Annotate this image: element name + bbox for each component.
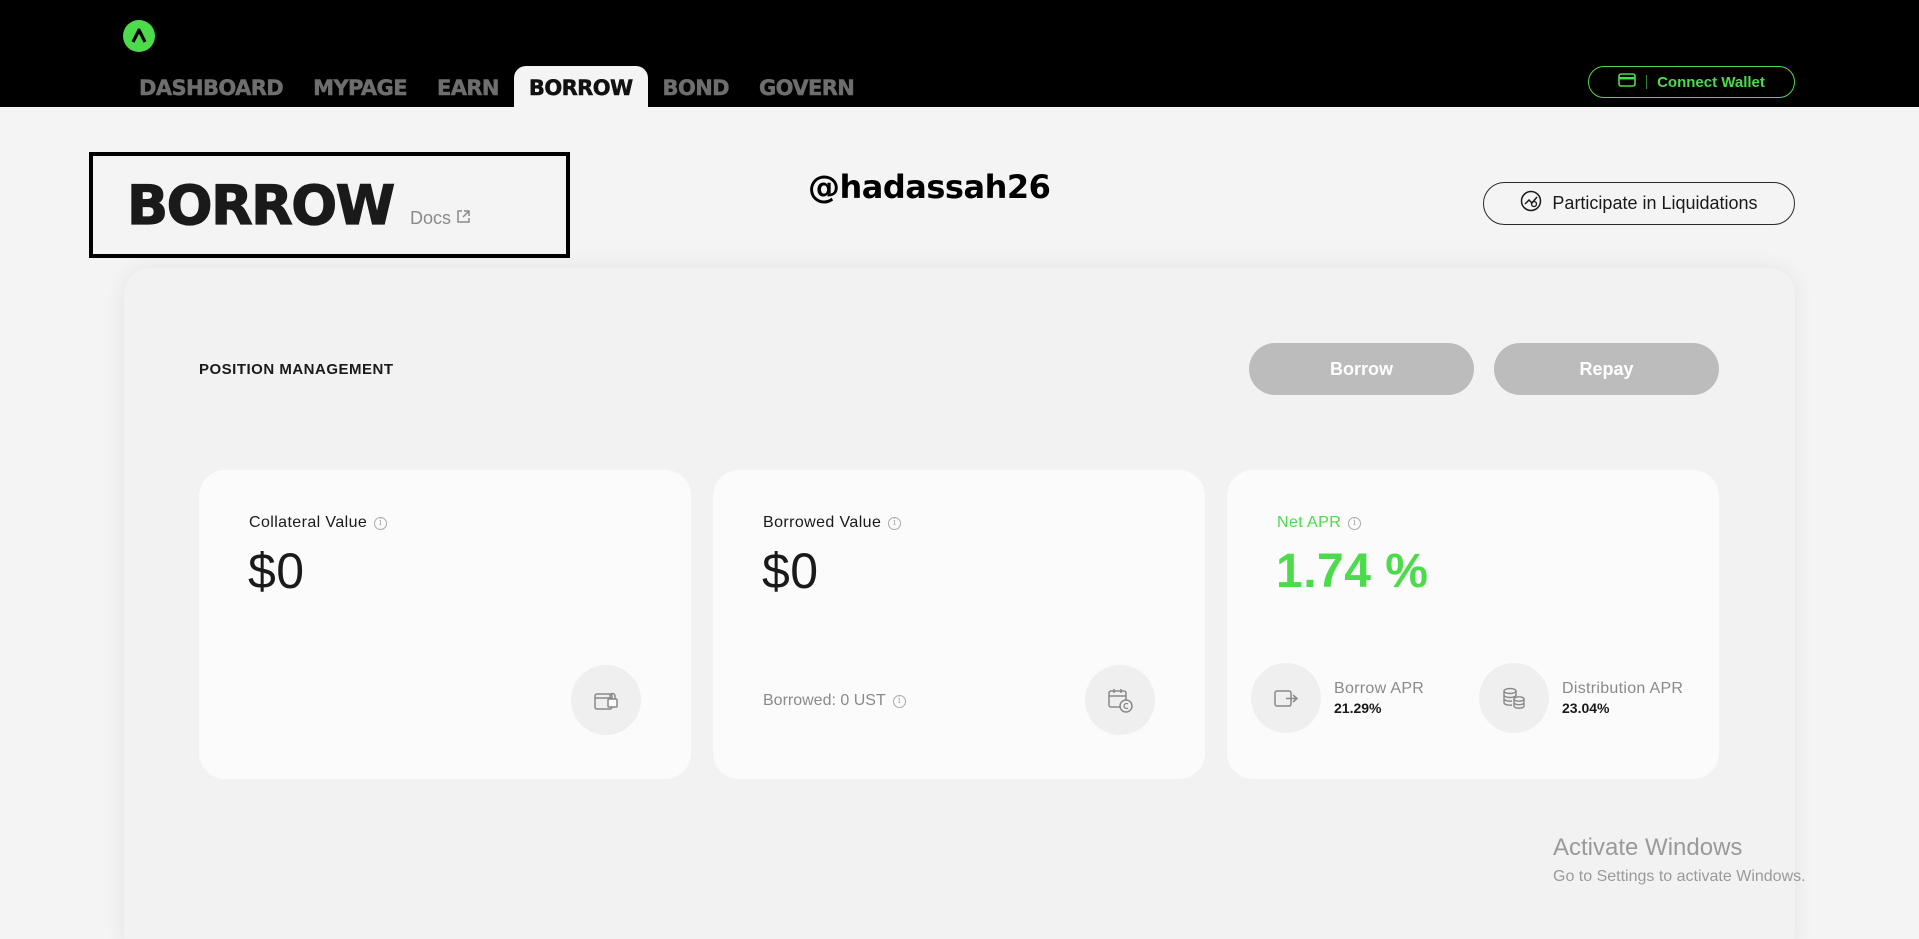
collateral-value: $0	[248, 543, 305, 599]
borrow-apr: Borrow APR 21.29%	[1251, 663, 1424, 733]
username-overlay: @hadassah26	[808, 168, 1051, 206]
docs-label: Docs	[410, 208, 452, 228]
net-apr-label-text: Net APR	[1277, 514, 1342, 531]
connect-wallet-button[interactable]: Connect Wallet	[1588, 66, 1795, 98]
external-link-icon	[456, 208, 471, 229]
page-title-box: BORROW Docs	[89, 152, 570, 258]
divider	[1646, 75, 1648, 89]
borrowed-amount-text: Borrowed: 0 UST	[763, 692, 886, 709]
distribution-apr-value: 23.04%	[1562, 700, 1610, 716]
collateral-value-label: Collateral Value i	[249, 514, 388, 532]
info-icon[interactable]: i	[892, 694, 906, 708]
nav-earn[interactable]: EARN	[422, 66, 514, 107]
nav-dashboard[interactable]: DASHBOARD	[124, 66, 298, 107]
borrowed-value-label: Borrowed Value i	[763, 514, 902, 532]
main-nav: DASHBOARD MYPAGE EARN BORROW BOND GOVERN	[124, 66, 869, 107]
wallet-icon	[1618, 73, 1636, 91]
nav-bond[interactable]: BOND	[648, 66, 744, 107]
collateral-label-text: Collateral Value	[249, 514, 368, 531]
collateral-value-card: Collateral Value i $0	[199, 470, 691, 779]
distribution-apr: Distribution APR 23.04%	[1479, 663, 1683, 733]
wallet-out-icon	[1251, 663, 1321, 733]
distribution-apr-label: Distribution APR	[1562, 680, 1684, 697]
page-title: BORROW	[126, 173, 395, 237]
borrowed-amount: Borrowed: 0 UST i	[763, 692, 906, 710]
top-navigation-bar: DASHBOARD MYPAGE EARN BORROW BOND GOVERN…	[0, 0, 1919, 107]
watermark-title: Activate Windows	[1553, 834, 1743, 861]
info-icon[interactable]: i	[1348, 516, 1362, 530]
distribution-apr-text: Distribution APR 23.04%	[1562, 680, 1683, 716]
borrow-button[interactable]: Borrow	[1249, 343, 1474, 395]
participate-liquidations-button[interactable]: Participate in Liquidations	[1483, 182, 1795, 225]
watermark-subtitle: Go to Settings to activate Windows.	[1553, 868, 1806, 885]
info-icon[interactable]: i	[888, 516, 902, 530]
section-title: POSITION MANAGEMENT	[199, 361, 394, 378]
borrow-apr-text: Borrow APR 21.29%	[1334, 680, 1424, 716]
nav-mypage[interactable]: MYPAGE	[298, 66, 422, 107]
info-icon[interactable]: i	[374, 516, 388, 530]
position-management-panel: POSITION MANAGEMENT Borrow Repay Collate…	[124, 268, 1795, 939]
wallet-lock-icon	[571, 665, 641, 735]
nav-borrow[interactable]: BORROW	[513, 66, 648, 107]
liquidation-icon	[1520, 190, 1542, 217]
borrowed-value: $0	[762, 543, 819, 599]
nav-govern[interactable]: GOVERN	[744, 66, 869, 107]
net-apr-label: Net APR i	[1277, 514, 1362, 532]
borrowed-label-text: Borrowed Value	[763, 514, 882, 531]
net-apr-value: 1.74 %	[1276, 545, 1429, 598]
borrow-apr-value: 21.29%	[1334, 700, 1382, 716]
borrow-apr-label: Borrow APR	[1334, 680, 1425, 697]
calendar-coin-icon	[1085, 665, 1155, 735]
liquidations-label: Participate in Liquidations	[1552, 193, 1758, 213]
docs-link[interactable]: Docs	[410, 208, 471, 229]
connect-wallet-label: Connect Wallet	[1657, 73, 1765, 91]
anchor-logo-icon[interactable]	[123, 20, 155, 52]
net-apr-card: Net APR i 1.74 % Borrow APR 21.29% Distr…	[1227, 470, 1719, 779]
borrowed-value-card: Borrowed Value i $0 Borrowed: 0 UST i	[713, 470, 1205, 779]
repay-button[interactable]: Repay	[1494, 343, 1719, 395]
windows-activation-watermark: Activate Windows Go to Settings to activ…	[1553, 834, 1806, 886]
coins-stack-icon	[1479, 663, 1549, 733]
